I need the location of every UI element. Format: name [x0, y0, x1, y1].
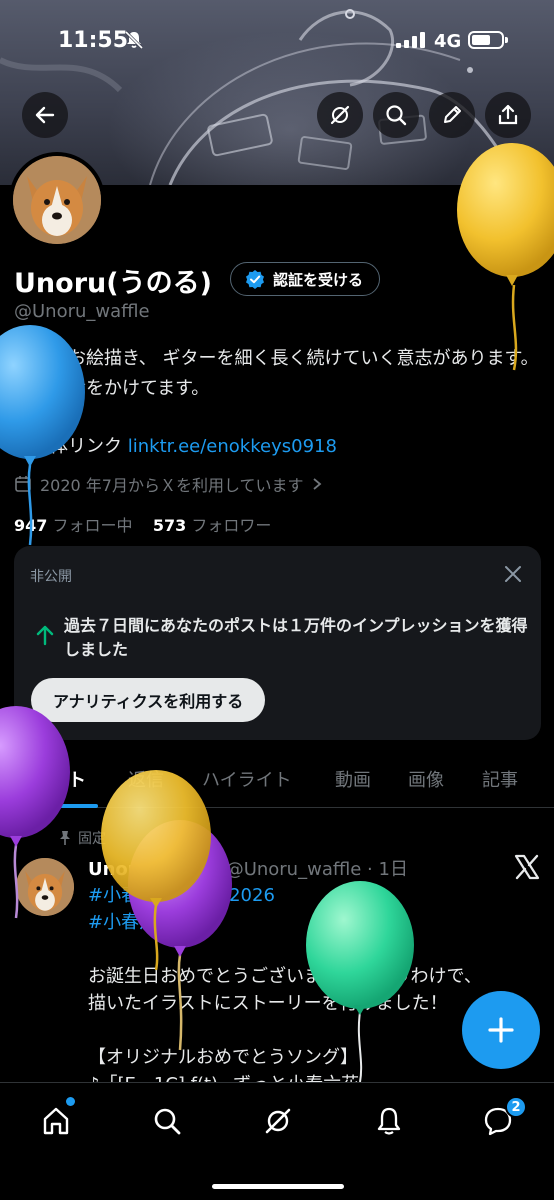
- analytics-button[interactable]: アナリティクスを利用する: [31, 678, 266, 722]
- post-handle-time: @Unoru_waffle · 1日: [225, 859, 408, 880]
- tab-highlights[interactable]: ハイライト: [202, 766, 292, 792]
- profile-name: Unoru(うのる): [14, 268, 212, 299]
- get-verified-label: 認証を受ける: [273, 270, 364, 289]
- follow-counts: 947 フォロー中 573 フォロワー: [14, 512, 271, 536]
- edit-icon: [444, 106, 461, 123]
- share-icon: [498, 104, 518, 125]
- tab-articles[interactable]: 記事: [482, 766, 518, 792]
- profile-bio: 作曲、お絵描き、 ギターを細く長く続けていく意志があります。 散財に命をかけてま…: [14, 348, 539, 399]
- hashtag-link[interactable]: #小春六花誕生祭2026: [88, 882, 538, 909]
- following-count: 947: [14, 516, 48, 535]
- back-button[interactable]: [22, 92, 68, 138]
- get-verified-button[interactable]: 認証を受ける: [230, 262, 381, 296]
- profile-link[interactable]: linktr.ee/enokkeys0918: [128, 436, 337, 457]
- status-time: 11:55: [58, 28, 129, 53]
- silent-mode-icon: [124, 30, 144, 50]
- up-arrow-icon: [36, 625, 54, 646]
- grok-icon: [265, 1108, 291, 1134]
- private-analytics-card: 非公開 過去７日間にあなたのポストは１万件のインプレッションを獲得しました アナ…: [14, 546, 541, 740]
- edit-button[interactable]: [429, 92, 475, 138]
- profile-handle: @Unoru_waffle: [14, 301, 150, 322]
- bell-icon: [377, 1107, 401, 1135]
- following-label: フォロー中: [52, 516, 133, 535]
- dog-avatar-image: [16, 858, 74, 916]
- joined-date-row[interactable]: 2020 年7月からＸを利用しています: [14, 472, 322, 496]
- profile-tabs: ポスト 返信 ハイライト 動画 画像 記事: [0, 758, 554, 808]
- home-indicator: [212, 1184, 344, 1189]
- home-icon: [43, 1107, 69, 1135]
- home-notification-dot: [66, 1097, 75, 1106]
- search-icon: [386, 105, 407, 126]
- signal-icon: [396, 32, 425, 48]
- following-link[interactable]: 947 フォロー中: [14, 516, 133, 535]
- grok-button[interactable]: [317, 92, 363, 138]
- post-author[interactable]: Unoru(うのる): [88, 859, 220, 880]
- profile-link-row: 多媒体リンク linktr.ee/enokkeys0918: [14, 432, 337, 458]
- verified-badge-icon: [246, 270, 264, 289]
- battery-icon: [468, 31, 508, 49]
- search-button[interactable]: [373, 92, 419, 138]
- pinned-label: 固定: [78, 831, 106, 847]
- post-avatar[interactable]: [16, 858, 74, 916]
- bottom-navigation: 2: [0, 1082, 554, 1200]
- followers-link[interactable]: 573 フォロワー: [153, 516, 272, 535]
- network-type: 4G: [434, 31, 462, 52]
- nav-grok[interactable]: [258, 1101, 298, 1141]
- x-logo-icon: [514, 854, 540, 880]
- post-text-line: お誕生日おめでとうございます、というわけで、: [88, 966, 482, 987]
- impressions-message: 過去７日間にあなたのポストは１万件のインプレッションを獲得しました: [64, 616, 528, 659]
- tab-videos[interactable]: 動画: [335, 766, 371, 792]
- active-tab-indicator: [30, 804, 98, 808]
- joined-date: 2020 年7月からＸを利用しています: [40, 476, 304, 495]
- post-body: #小春六花誕生祭2026 #小春六花 お誕生日おめでとうございます、というわけで…: [88, 882, 538, 1098]
- link-prefix: 多媒体リンク: [14, 436, 122, 457]
- search-icon: [154, 1108, 181, 1135]
- post-header: Unoru(うのる) @Unoru_waffle · 1日: [88, 855, 408, 881]
- close-icon[interactable]: [503, 564, 523, 584]
- nav-search[interactable]: [147, 1101, 187, 1141]
- followers-count: 573: [152, 516, 187, 535]
- profile-avatar[interactable]: [9, 152, 105, 248]
- followers-label: フォロワー: [191, 516, 272, 535]
- nav-notifications[interactable]: [369, 1101, 409, 1141]
- back-arrow-icon: [35, 106, 55, 124]
- pinned-indicator: 固定: [58, 828, 106, 848]
- tab-posts[interactable]: ポスト: [32, 766, 86, 792]
- chevron-right-icon: [312, 478, 321, 490]
- private-label: 非公開: [30, 569, 72, 585]
- tab-replies[interactable]: 返信: [128, 766, 164, 792]
- messages-badge: 2: [505, 1096, 527, 1118]
- nav-home[interactable]: [36, 1101, 76, 1141]
- status-bar: 11:55 4G: [0, 0, 554, 80]
- dog-avatar-image: [13, 156, 101, 244]
- plus-icon: [488, 1017, 514, 1043]
- grok-icon: [330, 105, 350, 125]
- hashtag-link[interactable]: #小春六花: [88, 909, 538, 936]
- calendar-icon: [15, 476, 31, 492]
- compose-post-button[interactable]: [462, 991, 540, 1069]
- share-button[interactable]: [485, 92, 531, 138]
- pin-icon: [60, 831, 70, 845]
- tab-images[interactable]: 画像: [408, 766, 444, 792]
